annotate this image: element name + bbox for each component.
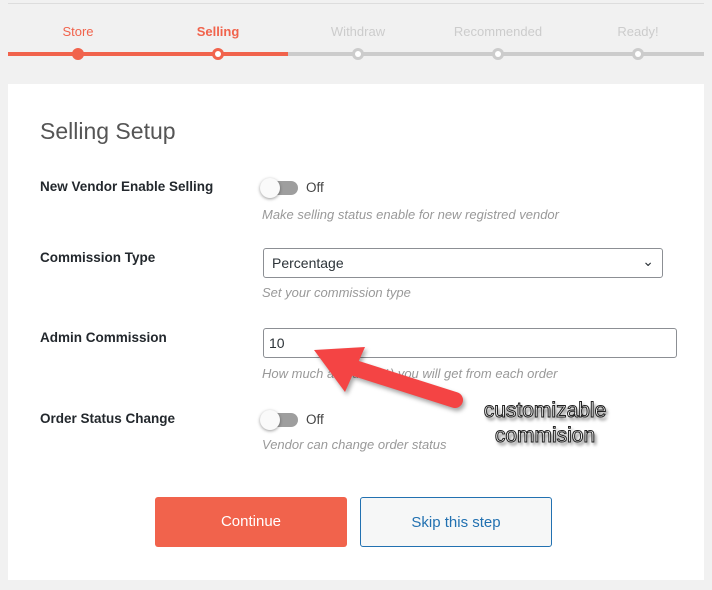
annotation-line-1: customizable — [483, 399, 607, 423]
annotation-arrow-icon — [314, 347, 463, 408]
annotation-line-2: commision — [494, 424, 596, 448]
annotation-text: customizable commision — [440, 398, 650, 448]
